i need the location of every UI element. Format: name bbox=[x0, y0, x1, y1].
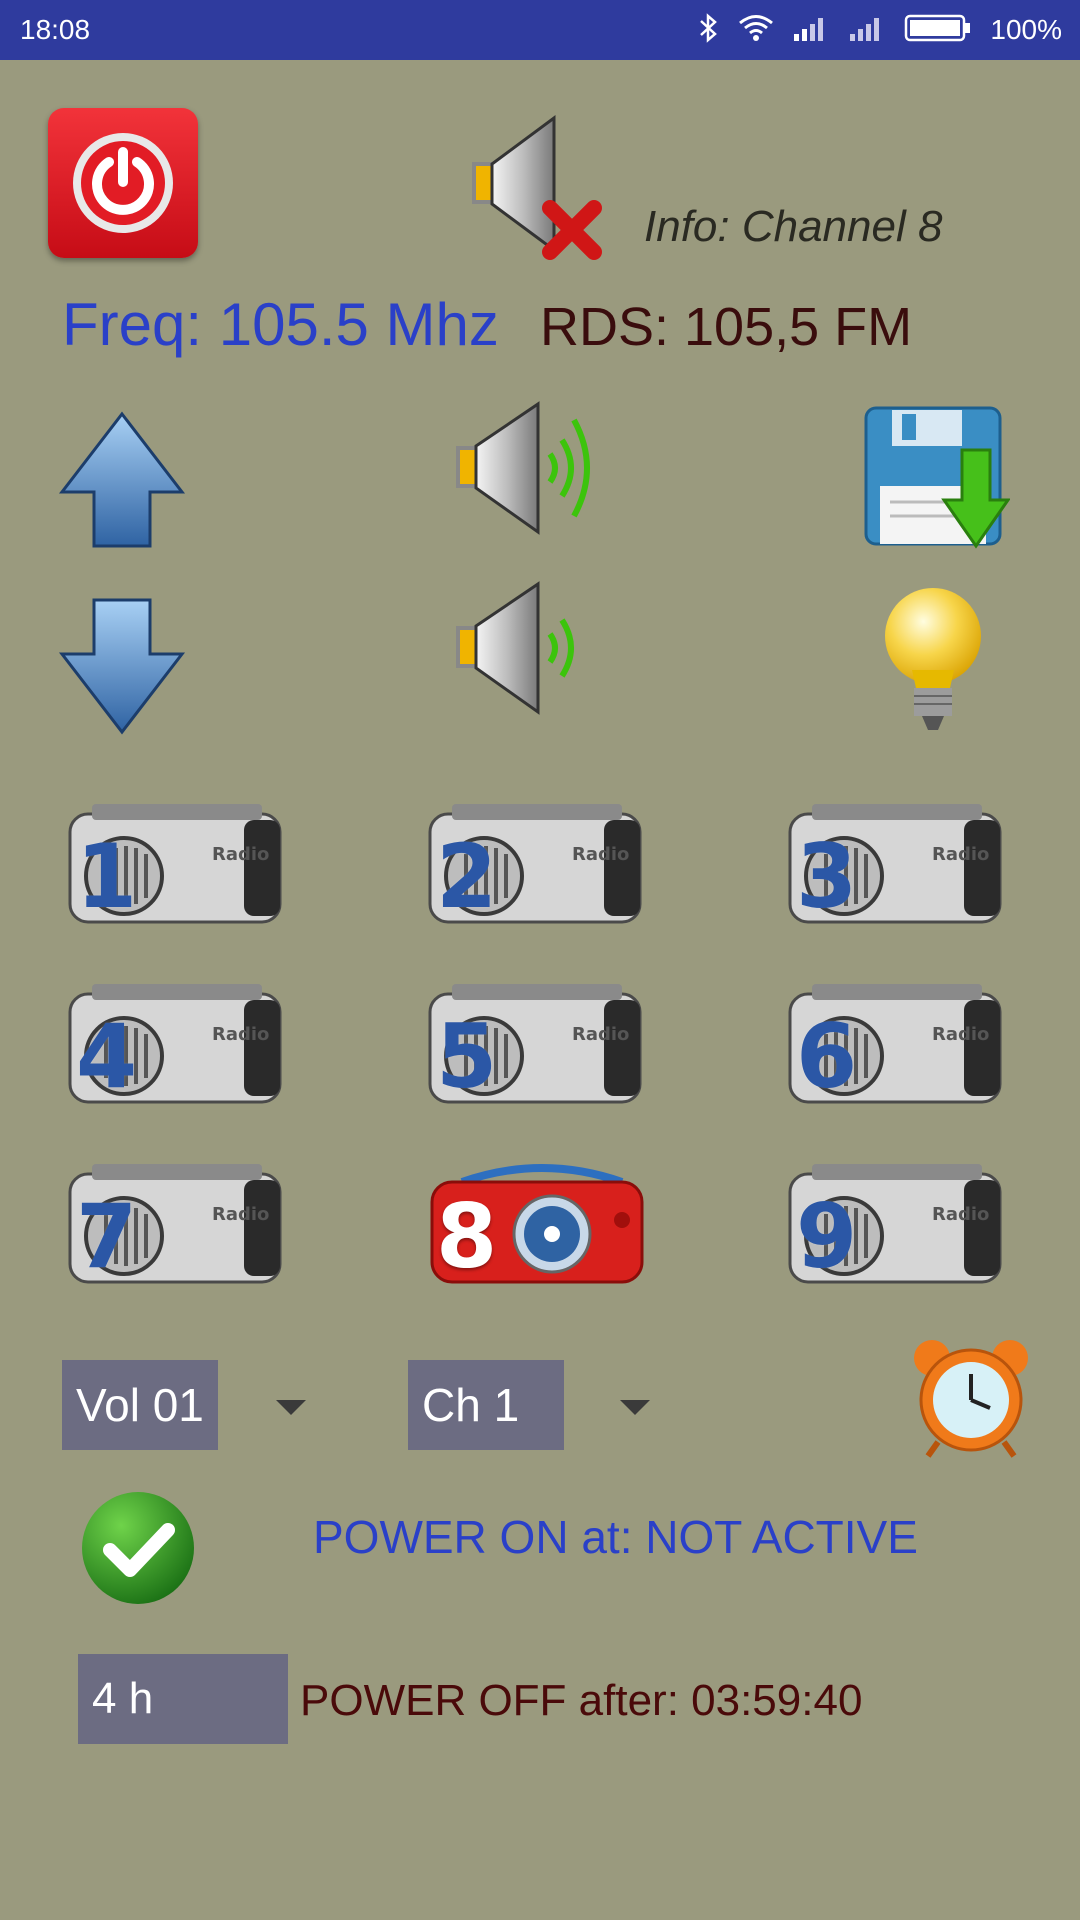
svg-text:Radio: Radio bbox=[212, 1204, 269, 1225]
svg-text:Radio: Radio bbox=[212, 844, 269, 865]
wifi-icon bbox=[738, 14, 774, 47]
power-off-countdown: POWER OFF after: 03:59:40 bbox=[300, 1676, 863, 1725]
bluetooth-icon bbox=[698, 12, 720, 49]
preset-number: 7 bbox=[76, 1185, 138, 1288]
channel-select-chevron-down-icon[interactable] bbox=[620, 1400, 650, 1415]
svg-text:Radio: Radio bbox=[572, 844, 629, 865]
preset-button-3[interactable]: Radio 3 bbox=[782, 794, 1022, 934]
preset-number: 4 bbox=[76, 1005, 138, 1108]
channel-info: Info: Channel 8 bbox=[644, 202, 943, 251]
check-icon bbox=[82, 1492, 194, 1604]
power-off-hours-field[interactable]: 4 h bbox=[78, 1654, 288, 1744]
light-bulb-icon bbox=[885, 588, 981, 730]
power-icon bbox=[73, 133, 173, 233]
seek-up-button[interactable] bbox=[58, 410, 186, 550]
frequency-display: Freq: 105.5 Mhz bbox=[62, 291, 499, 358]
svg-text:Radio: Radio bbox=[932, 1024, 989, 1045]
battery-percent: 100% bbox=[990, 14, 1062, 45]
svg-text:Radio: Radio bbox=[932, 1204, 989, 1225]
mute-button[interactable] bbox=[462, 112, 622, 262]
preset-button-7[interactable]: Radio 7 bbox=[62, 1154, 302, 1294]
svg-text:Radio: Radio bbox=[572, 1024, 629, 1045]
preset-button-8[interactable]: 8 bbox=[422, 1154, 662, 1294]
status-time: 18:08 bbox=[20, 14, 91, 45]
seek-down-button[interactable] bbox=[58, 596, 186, 736]
alarm-clock-icon bbox=[914, 1340, 1028, 1458]
preset-number: 3 bbox=[796, 825, 858, 928]
volume-select-chevron-down-icon[interactable] bbox=[276, 1400, 306, 1415]
preset-number: 2 bbox=[436, 825, 498, 928]
light-button[interactable] bbox=[880, 584, 986, 736]
preset-number: 1 bbox=[76, 825, 138, 928]
rds-display: RDS: 105,5 FM bbox=[540, 297, 913, 357]
power-on-toggle[interactable] bbox=[80, 1490, 196, 1606]
speaker-loud-icon bbox=[456, 401, 590, 535]
preset-button-2[interactable]: Radio 2 bbox=[422, 794, 662, 934]
volume-down-button[interactable] bbox=[450, 580, 610, 716]
arrow-up-icon bbox=[58, 411, 186, 548]
status-bar: 18:08 100% bbox=[0, 0, 1080, 60]
preset-number: 9 bbox=[796, 1185, 858, 1288]
mute-speaker-icon bbox=[472, 115, 602, 260]
preset-button-5[interactable]: Radio 5 bbox=[422, 974, 662, 1114]
battery-icon bbox=[904, 13, 972, 48]
status-icons: 100% bbox=[698, 10, 1062, 50]
power-on-status: POWER ON at: NOT ACTIVE bbox=[313, 1511, 918, 1563]
signal-icon bbox=[792, 14, 830, 47]
arrow-down-icon bbox=[58, 598, 186, 735]
volume-up-button[interactable] bbox=[450, 400, 610, 536]
volume-select[interactable]: Vol 01 bbox=[62, 1360, 218, 1450]
preset-button-9[interactable]: Radio 9 bbox=[782, 1154, 1022, 1294]
alarm-button[interactable] bbox=[910, 1336, 1032, 1458]
preset-button-1[interactable]: Radio 1 bbox=[62, 794, 302, 934]
signal-icon-2 bbox=[848, 14, 886, 47]
channel-select[interactable]: Ch 1 bbox=[408, 1360, 564, 1450]
svg-text:Radio: Radio bbox=[932, 844, 989, 865]
speaker-quiet-icon bbox=[456, 581, 574, 715]
floppy-disk-icon bbox=[864, 406, 1011, 549]
preset-number: 5 bbox=[436, 1005, 498, 1108]
preset-button-4[interactable]: Radio 4 bbox=[62, 974, 302, 1114]
power-button[interactable] bbox=[48, 108, 198, 258]
preset-number: 8 bbox=[436, 1185, 498, 1288]
preset-number: 6 bbox=[796, 1005, 858, 1108]
preset-button-6[interactable]: Radio 6 bbox=[782, 974, 1022, 1114]
svg-text:Radio: Radio bbox=[212, 1024, 269, 1045]
save-button[interactable] bbox=[862, 404, 1011, 554]
